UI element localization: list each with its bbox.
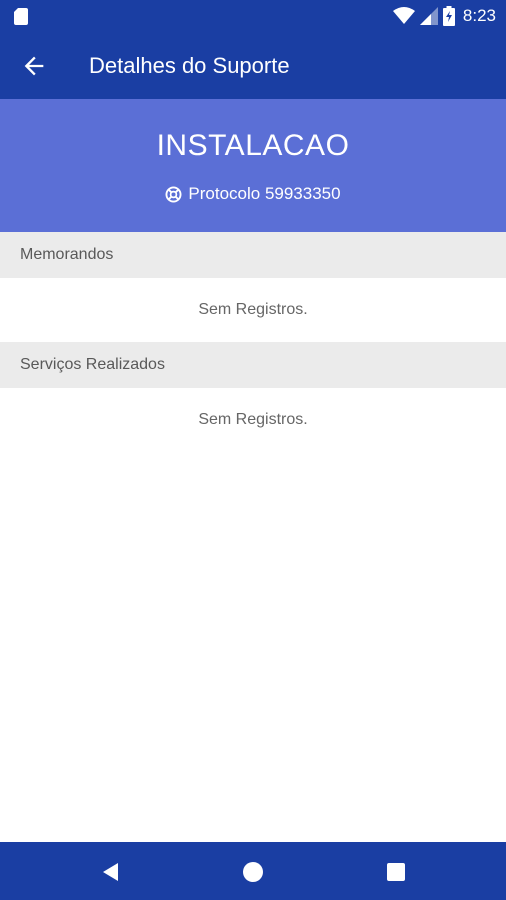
nav-recents-icon[interactable] <box>384 860 408 884</box>
protocol-label: Protocolo 59933350 <box>188 184 341 203</box>
support-header: INSTALACAO Protocolo 59933350 <box>0 99 506 232</box>
status-bar: 8:23 <box>0 0 506 32</box>
section-title: Serviços Realizados <box>20 356 165 373</box>
wifi-icon <box>392 7 415 24</box>
system-nav-bar <box>0 842 506 900</box>
back-arrow-icon[interactable] <box>20 52 48 80</box>
section-header-memorandos: Memorandos <box>0 232 506 278</box>
lifebuoy-icon <box>165 186 182 202</box>
nav-back-icon[interactable] <box>99 860 123 884</box>
app-bar: Detalhes do Suporte <box>0 32 506 99</box>
section-title: Memorandos <box>20 246 114 263</box>
status-time: 8:23 <box>462 6 496 25</box>
empty-state-memorandos: Sem Registros. <box>198 301 308 318</box>
status-icons: 8:23 <box>392 5 496 27</box>
nav-home-icon[interactable] <box>241 860 265 884</box>
page-title: Detalhes do Suporte <box>89 53 290 78</box>
sd-card-icon <box>14 8 28 25</box>
section-header-servicos: Serviços Realizados <box>0 342 506 388</box>
protocol-row: Protocolo 59933350 <box>0 184 506 204</box>
signal-icon <box>419 7 438 25</box>
battery-icon <box>442 6 455 26</box>
empty-state-servicos: Sem Registros. <box>198 411 308 428</box>
support-type-title: INSTALACAO <box>156 129 350 162</box>
